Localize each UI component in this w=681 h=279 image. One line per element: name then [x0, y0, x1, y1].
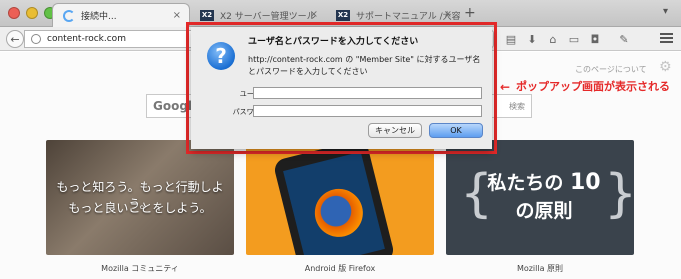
mozilla-principles-tile[interactable]: { 私たちの 10 の原則 } — [446, 140, 634, 255]
tile-caption[interactable]: Android 版 Firefox — [246, 263, 434, 274]
close-window-button[interactable] — [8, 7, 20, 19]
tab-label: X2 サーバー管理ツール — [220, 11, 316, 22]
dialog-title: ユーザ名とパスワードを入力してください — [248, 37, 419, 47]
tile-caption[interactable]: Mozilla 原則 — [446, 263, 634, 274]
firefox-android-tile[interactable] — [246, 140, 434, 255]
auth-dialog: ? ユーザ名とパスワードを入力してください http://content-roc… — [191, 27, 492, 149]
x2-favicon-icon: X2 — [336, 9, 350, 21]
loading-spinner-icon — [63, 9, 75, 22]
x2-favicon-icon: X2 — [200, 9, 214, 21]
annotation-arrow-icon: ← — [500, 80, 511, 94]
about-page-link[interactable]: このページについて — [575, 64, 647, 75]
search-button[interactable]: 検索 — [502, 94, 532, 118]
tile-text-line: もっと良いことをしよう。 — [68, 201, 212, 215]
tab-close-icon[interactable]: × — [173, 10, 181, 21]
gear-icon[interactable]: ⚙ — [659, 59, 672, 75]
back-button[interactable]: ← — [6, 30, 24, 48]
downloads-icon[interactable]: ⬇ — [526, 33, 538, 46]
annotation-text: ポップアップ画面が表示される — [516, 80, 670, 93]
question-icon: ? — [207, 42, 235, 70]
chat-icon[interactable]: ▭ — [568, 33, 580, 46]
tab-close-icon[interactable]: × — [444, 9, 452, 20]
brace-right-icon: } — [604, 164, 634, 224]
dialog-message: http://content-rock.com の "Member Site" … — [248, 55, 481, 76]
ok-button[interactable]: OK — [429, 123, 483, 138]
minimize-window-button[interactable] — [26, 7, 38, 19]
tab-list-chevron-down-icon[interactable]: ▾ — [663, 6, 668, 17]
mozilla-community-tile[interactable]: もっと知ろう。もっと行動しよう。 もっと良いことをしよう。 — [46, 140, 234, 255]
screenshot-icon[interactable]: ◘ — [589, 33, 601, 46]
tab-close-icon[interactable]: × — [310, 9, 318, 20]
globe-icon — [31, 34, 41, 44]
library-icon[interactable]: ▤ — [505, 33, 517, 46]
new-tab-button[interactable]: + — [464, 5, 476, 21]
tile-subheadline: の原則 — [515, 200, 573, 222]
password-field[interactable] — [253, 105, 482, 117]
tile-headline: 私たちの 10 — [487, 170, 601, 195]
phone-image — [272, 140, 396, 255]
tab-connecting[interactable]: 接続中... × — [52, 3, 190, 27]
home-icon[interactable]: ⌂ — [547, 33, 559, 46]
menu-icon[interactable] — [660, 33, 673, 44]
username-field[interactable] — [253, 87, 482, 99]
tile-caption[interactable]: Mozilla コミュニティ — [46, 263, 234, 274]
cancel-button[interactable]: キャンセル — [368, 123, 422, 138]
tab-label: 接続中... — [81, 12, 117, 22]
firefox-logo-icon — [309, 183, 368, 243]
url-text: content-rock.com — [47, 34, 126, 44]
tools-icon[interactable]: ✎ — [618, 33, 630, 46]
